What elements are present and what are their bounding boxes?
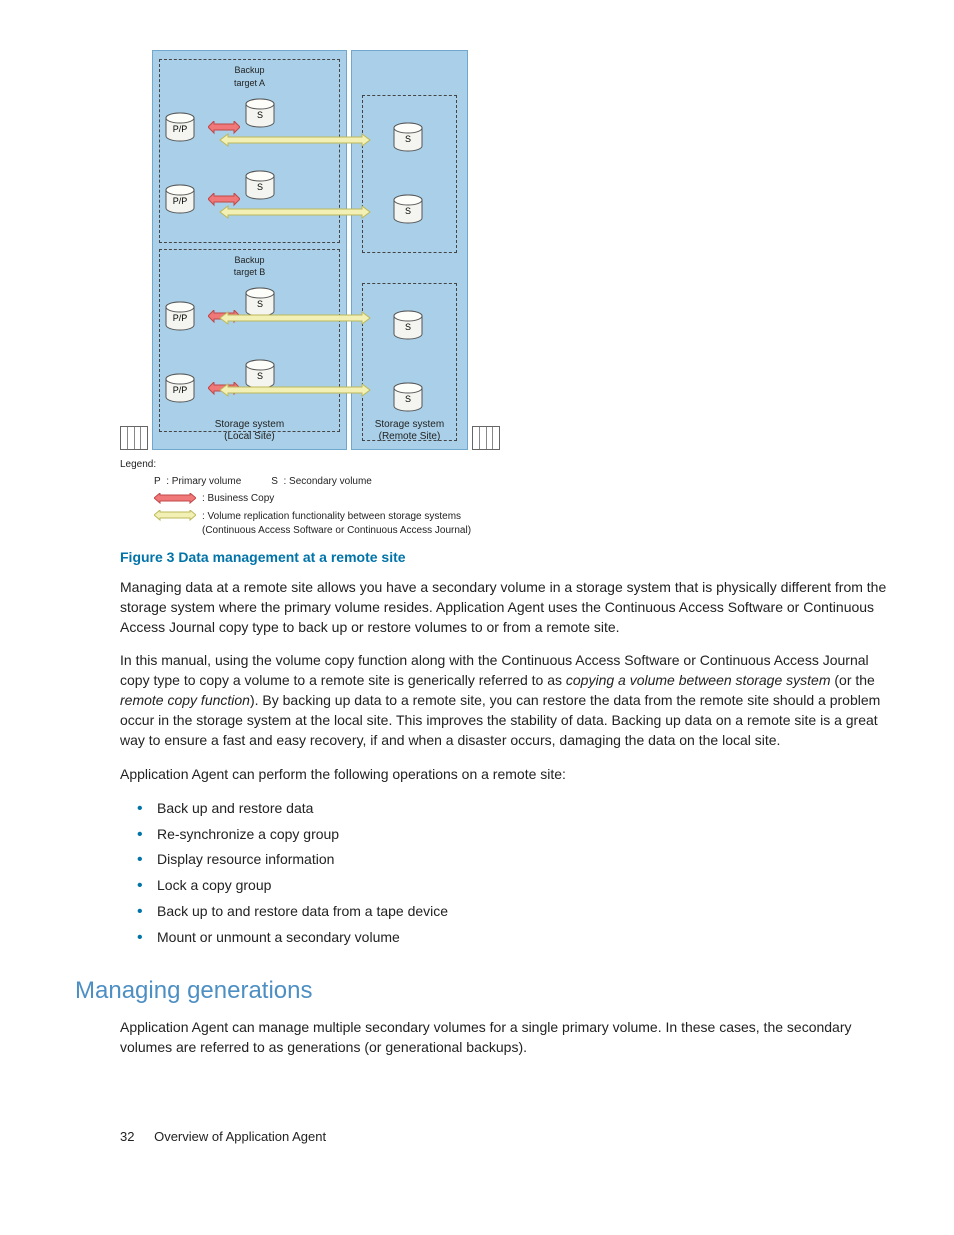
legend-s-symbol: S (271, 476, 278, 487)
secondary-volume-icon: S (244, 170, 278, 202)
local-site-label: Storage system (Local Site) (153, 419, 346, 443)
list-item: Back up and restore data (137, 799, 904, 819)
local-site-panel: Backup target A P/P S P (152, 50, 347, 450)
business-copy-arrow-icon (208, 193, 240, 207)
business-copy-arrow-icon (208, 310, 240, 324)
storage-rack-icon (120, 426, 148, 450)
page-footer: 32 Overview of Application Agent (75, 1128, 904, 1146)
business-copy-arrow-icon (154, 493, 196, 505)
svg-text:P/P: P/P (173, 385, 188, 395)
page-number: 32 (120, 1129, 134, 1144)
svg-text:S: S (405, 206, 411, 216)
secondary-volume-icon: S (244, 287, 278, 319)
remote-site-label: Storage system (Remote Site) (352, 419, 467, 443)
list-item: Mount or unmount a secondary volume (137, 928, 904, 948)
section-heading-managing-generations: Managing generations (75, 974, 904, 1008)
svg-text:P/P: P/P (173, 196, 188, 206)
legend-s-desc: : Secondary volume (283, 476, 371, 487)
primary-volume-icon: P/P (164, 373, 204, 405)
storage-rack-icon (472, 426, 500, 450)
primary-volume-icon: P/P (164, 301, 204, 333)
legend-replication: : Volume replication functionality betwe… (202, 510, 471, 538)
business-copy-arrow-icon (208, 121, 240, 135)
legend-p-desc: : Primary volume (166, 476, 241, 487)
backup-target-b-label: Backup target B (164, 254, 335, 280)
svg-text:S: S (405, 394, 411, 404)
paragraph-operations-intro: Application Agent can perform the follow… (120, 765, 894, 785)
secondary-volume-icon: S (392, 382, 426, 414)
legend-business-copy: : Business Copy (202, 492, 274, 506)
remote-site-panel: S S S (351, 50, 468, 450)
secondary-volume-icon: S (392, 310, 426, 342)
operations-list: Back up and restore data Re-synchronize … (137, 799, 904, 948)
secondary-volume-icon: S (244, 359, 278, 391)
paragraph-generations: Application Agent can manage multiple se… (120, 1018, 894, 1058)
footer-title: Overview of Application Agent (154, 1129, 326, 1144)
figure-diagram: Backup target A P/P S P (120, 50, 904, 538)
list-item: Re-synchronize a copy group (137, 825, 904, 845)
figure-caption: Figure 3 Data management at a remote sit… (120, 548, 904, 568)
paragraph-remote-site-intro: Managing data at a remote site allows yo… (120, 578, 894, 638)
legend-title: Legend: (120, 458, 500, 472)
paragraph-remote-copy-function: In this manual, using the volume copy fu… (120, 651, 894, 750)
primary-volume-icon: P/P (164, 112, 204, 144)
list-item: Display resource information (137, 850, 904, 870)
legend-p-symbol: P (154, 476, 161, 487)
primary-volume-icon: P/P (164, 184, 204, 216)
svg-text:S: S (405, 322, 411, 332)
svg-text:S: S (257, 182, 263, 192)
secondary-volume-icon: S (244, 98, 278, 130)
replication-arrow-icon (154, 510, 196, 522)
svg-text:S: S (257, 299, 263, 309)
diagram-legend: Legend: P : Primary volume S : Secondary… (120, 458, 500, 538)
svg-text:S: S (405, 134, 411, 144)
svg-text:P/P: P/P (173, 313, 188, 323)
business-copy-arrow-icon (208, 382, 240, 396)
secondary-volume-icon: S (392, 194, 426, 226)
svg-text:S: S (257, 371, 263, 381)
list-item: Back up to and restore data from a tape … (137, 902, 904, 922)
list-item: Lock a copy group (137, 876, 904, 896)
svg-text:S: S (257, 110, 263, 120)
svg-text:P/P: P/P (173, 124, 188, 134)
backup-target-a-label: Backup target A (164, 64, 335, 90)
secondary-volume-icon: S (392, 122, 426, 154)
